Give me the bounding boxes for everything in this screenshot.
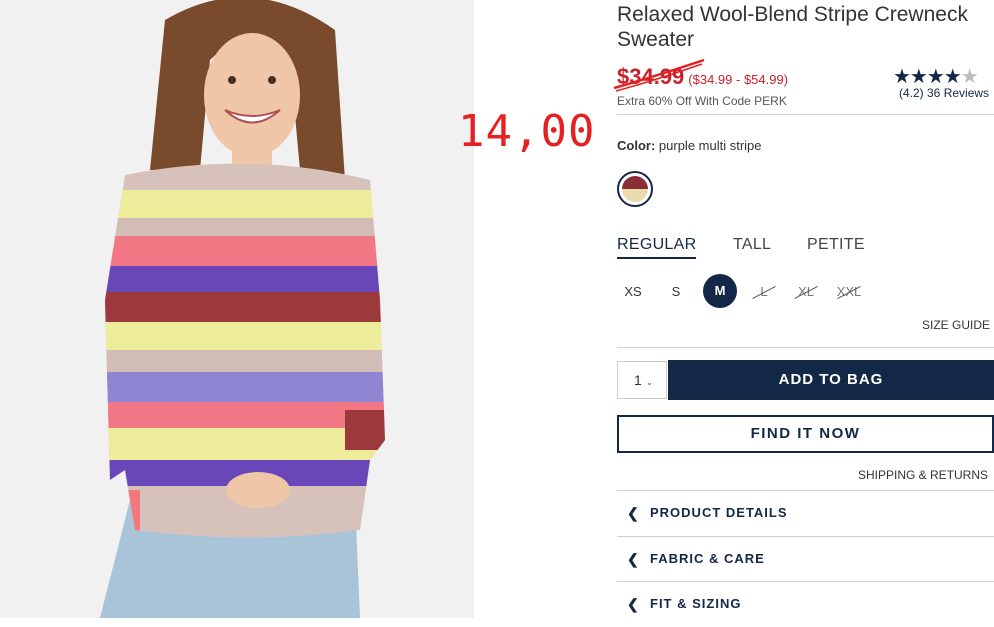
quantity-select[interactable]: 1 ⌄ bbox=[617, 361, 667, 399]
chevron-down-icon: ⌄ bbox=[645, 377, 654, 387]
price-strike-scribble bbox=[613, 58, 705, 92]
star-icon: ★★★★ bbox=[893, 66, 962, 88]
product-image[interactable] bbox=[0, 0, 474, 618]
add-to-bag-button[interactable]: ADD TO BAG bbox=[668, 360, 994, 400]
quantity-value: 1 bbox=[634, 372, 642, 388]
divider bbox=[617, 347, 994, 348]
find-it-now-button[interactable]: FIND IT NOW bbox=[617, 415, 994, 453]
size-s[interactable]: S bbox=[659, 284, 693, 299]
size-xs[interactable]: XS bbox=[616, 284, 650, 299]
size-xl-unavailable: XL bbox=[789, 284, 823, 299]
tab-regular[interactable]: REGULAR bbox=[617, 236, 697, 259]
reviews-link[interactable]: (4.2) 36 Reviews bbox=[899, 86, 989, 100]
size-xxl-unavailable: XXL bbox=[832, 284, 866, 299]
handwritten-price-annotation: 14,00 bbox=[458, 106, 596, 157]
divider bbox=[617, 490, 994, 491]
star-empty-icon: ★ bbox=[960, 66, 979, 88]
accordion-product-details[interactable]: ❮ PRODUCT DETAILS bbox=[617, 492, 994, 536]
size-guide-link[interactable]: SIZE GUIDE bbox=[922, 318, 990, 332]
color-label-row: Color: purple multi stripe bbox=[617, 138, 762, 153]
divider bbox=[617, 536, 994, 537]
promo-text: Extra 60% Off With Code PERK bbox=[617, 94, 787, 108]
accordion-fit-sizing[interactable]: ❮ FIT & SIZING bbox=[617, 583, 994, 627]
tab-petite[interactable]: PETITE bbox=[807, 236, 865, 254]
product-title: Relaxed Wool-Blend Stripe Crewneck Sweat… bbox=[617, 3, 968, 51]
accordion-label: FIT & SIZING bbox=[650, 596, 742, 611]
color-swatch-purple-multi-stripe[interactable] bbox=[617, 171, 653, 207]
accordion-label: FABRIC & CARE bbox=[650, 551, 765, 566]
accordion-label: PRODUCT DETAILS bbox=[650, 505, 788, 520]
shipping-returns-link[interactable]: SHIPPING & RETURNS bbox=[858, 468, 988, 482]
color-label: Color: bbox=[617, 138, 656, 153]
chevron-left-icon: ❮ bbox=[627, 596, 639, 612]
divider bbox=[617, 114, 994, 115]
chevron-left-icon: ❮ bbox=[627, 551, 639, 567]
chevron-left-icon: ❮ bbox=[627, 505, 639, 521]
accordion-fabric-care[interactable]: ❮ FABRIC & CARE bbox=[617, 538, 994, 582]
size-l-unavailable: L bbox=[747, 284, 781, 299]
color-value: purple multi stripe bbox=[658, 138, 762, 153]
size-m-selected[interactable]: M bbox=[703, 274, 737, 308]
tab-tall[interactable]: TALL bbox=[733, 236, 771, 254]
divider bbox=[617, 581, 994, 582]
